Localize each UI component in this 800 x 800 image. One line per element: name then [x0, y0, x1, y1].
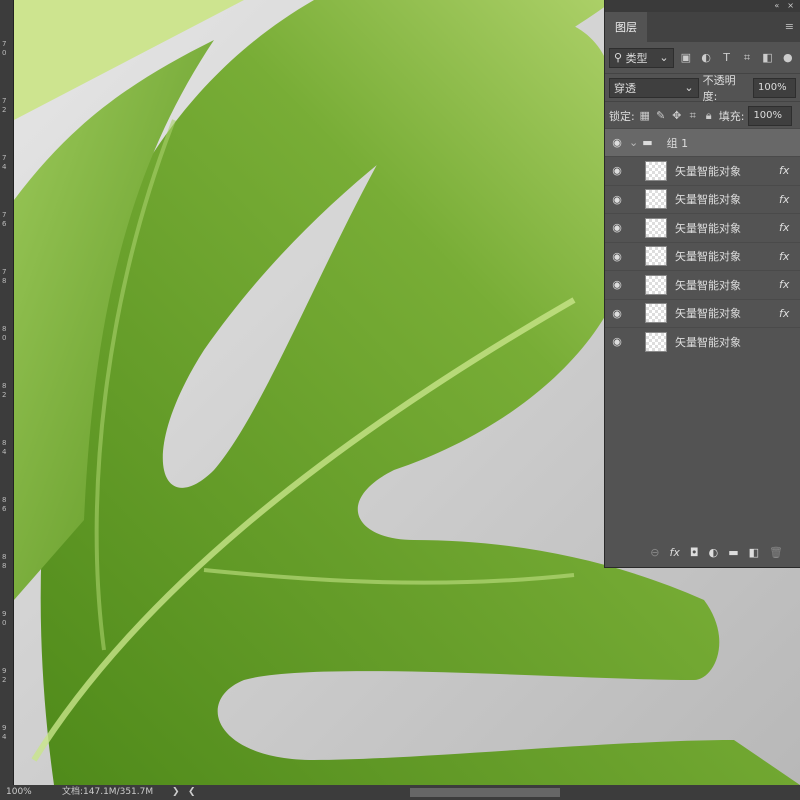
eye-icon[interactable]: ◉	[605, 136, 629, 149]
layer-row[interactable]: ◉ 矢量智能对象 fx	[605, 298, 800, 327]
layers-bottom-toolbar: ⊖ fx ◘ ◐ ▬ ◧ 🗑	[605, 546, 800, 559]
fx-icon[interactable]: fx	[670, 546, 680, 559]
lock-position-icon[interactable]: ✥	[671, 109, 683, 122]
layer-name: 矢量智能对象	[675, 278, 741, 292]
layer-name: 矢量智能对象	[675, 307, 741, 320]
eye-icon[interactable]: ◉	[605, 221, 629, 234]
layer-group-row[interactable]: ◉ ⌄ ▬ 组 1	[605, 128, 800, 156]
layer-name: 矢量智能对象	[675, 250, 741, 263]
layer-thumbnail	[645, 303, 667, 323]
ruler-label: 84	[2, 439, 7, 456]
ruler-label: 88	[2, 553, 7, 570]
adjustment-layer-icon[interactable]: ◐	[709, 546, 719, 559]
fx-badge[interactable]: fx	[779, 164, 800, 177]
search-icon: ⚲	[614, 51, 623, 64]
close-icon[interactable]: ×	[787, 0, 794, 12]
fx-badge[interactable]: fx	[779, 307, 800, 320]
filter-type-label: 类型	[625, 51, 648, 65]
eye-icon[interactable]: ◉	[605, 278, 629, 291]
ruler-label: 92	[2, 667, 7, 684]
fx-badge[interactable]: fx	[779, 250, 800, 263]
blend-mode-value: 穿透	[614, 81, 636, 95]
fx-badge[interactable]: fx	[779, 278, 800, 291]
ruler-label: 80	[2, 325, 7, 342]
layer-thumbnail	[645, 246, 667, 266]
lock-all-icon[interactable]: 🔒︎	[703, 109, 715, 123]
fill-label: 填充:	[718, 109, 745, 123]
ruler-label: 90	[2, 610, 7, 627]
tab-layers[interactable]: 图层	[605, 12, 647, 42]
fx-badge[interactable]: fx	[779, 221, 800, 234]
horizontal-scrollbar[interactable]	[410, 788, 560, 797]
filter-type-select[interactable]: ⚲ 类型 ⌄	[609, 47, 674, 68]
opacity-input[interactable]: 100%	[752, 77, 796, 98]
layer-thumbnail	[645, 331, 667, 352]
panel-menu-icon[interactable]: ≡	[785, 12, 800, 42]
next-arrow[interactable]: ❯	[172, 785, 180, 800]
prev-arrow[interactable]: ❮	[188, 785, 196, 800]
layer-name: 矢量智能对象	[675, 164, 741, 178]
vertical-ruler: 70 72 74 76 78 80 82 84 86 88 90 92 94	[0, 0, 14, 785]
adjustment-filter-icon[interactable]: ◐	[698, 51, 714, 64]
document-size: 文档:147.1M/351.7M	[62, 787, 154, 797]
chevron-down-icon[interactable]: ⌄	[629, 136, 638, 149]
ruler-label: 78	[2, 268, 7, 285]
ruler-label: 94	[2, 724, 7, 741]
shape-filter-icon[interactable]: ⌗	[739, 51, 755, 65]
eye-icon[interactable]: ◉	[605, 307, 629, 320]
layer-row[interactable]: ◉ 矢量智能对象 fx	[605, 184, 800, 213]
eye-icon[interactable]: ◉	[605, 335, 629, 348]
eye-icon[interactable]: ◉	[605, 164, 629, 177]
lock-artboard-icon[interactable]: ⌗	[687, 109, 699, 123]
blend-mode-select[interactable]: 穿透 ⌄	[609, 77, 699, 98]
layer-name: 矢量智能对象	[675, 193, 741, 206]
ruler-label: 70	[2, 40, 7, 57]
folder-icon: ▬	[642, 136, 653, 149]
eye-icon[interactable]: ◉	[605, 250, 629, 263]
ruler-label: 74	[2, 154, 7, 171]
zoom-level[interactable]: 100%	[6, 785, 32, 800]
layer-thumbnail	[645, 274, 667, 295]
eye-icon[interactable]: ◉	[605, 193, 629, 206]
layer-name: 矢量智能对象	[675, 221, 741, 235]
new-layer-icon[interactable]: ◧	[749, 546, 759, 559]
filter-toggle[interactable]: ●	[780, 51, 796, 64]
group-name: 组 1	[666, 136, 689, 150]
layer-row[interactable]: ◉ 矢量智能对象 fx	[605, 213, 800, 241]
lock-label: 锁定:	[609, 109, 635, 123]
layer-thumbnail	[645, 217, 667, 238]
ruler-label: 76	[2, 211, 7, 228]
fx-badge[interactable]: fx	[779, 193, 800, 206]
link-layers-icon[interactable]: ⊖	[650, 546, 659, 559]
type-filter-icon[interactable]: T	[718, 51, 734, 64]
ruler-label: 86	[2, 496, 7, 513]
layer-row[interactable]: ◉ 矢量智能对象 fx	[605, 270, 800, 298]
fill-input[interactable]: 100%	[748, 105, 793, 126]
smart-object-filter-icon[interactable]: ◧	[759, 51, 775, 64]
trash-icon[interactable]: 🗑	[769, 546, 783, 559]
new-group-icon[interactable]: ▬	[728, 546, 738, 559]
ruler-label: 72	[2, 97, 7, 114]
status-bar: 100% 文档:147.1M/351.7M ❯ ❮	[0, 785, 800, 800]
layer-thumbnail	[645, 189, 667, 209]
collapse-icon[interactable]: «	[774, 0, 779, 12]
image-filter-icon[interactable]: ▣	[678, 51, 694, 64]
lock-paint-icon[interactable]: ✎	[655, 109, 667, 122]
opacity-label: 不透明度:	[702, 73, 736, 103]
ruler-label: 82	[2, 382, 7, 399]
layer-thumbnail	[645, 160, 667, 181]
layer-row[interactable]: ◉ 矢量智能对象	[605, 327, 800, 355]
add-mask-icon[interactable]: ◘	[690, 546, 699, 559]
lock-transparency-icon[interactable]: ▦	[639, 109, 651, 122]
layer-name: 矢量智能对象	[675, 335, 741, 349]
layer-row[interactable]: ◉ 矢量智能对象 fx	[605, 156, 800, 184]
layer-row[interactable]: ◉ 矢量智能对象 fx	[605, 241, 800, 270]
layers-panel: « × 图层 ≡ ⚲ 类型 ⌄ ▣ ◐ T ⌗ ◧ ● 穿透 ⌄ 不透明度: 100…	[604, 0, 800, 568]
